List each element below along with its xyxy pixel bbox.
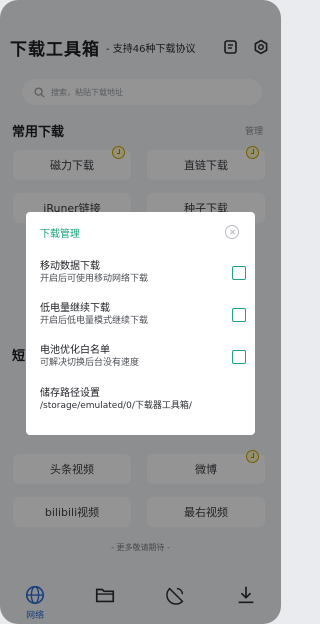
- setting-storage-path[interactable]: 储存路径设置 /storage/emulated/0/下载器工具箱/: [40, 387, 240, 413]
- close-icon[interactable]: [225, 225, 239, 239]
- setting-mobile-data[interactable]: 移动数据下载 开启后可使用移动网络下载: [40, 260, 246, 286]
- setting-low-battery[interactable]: 低电量继续下载 开启后低电量模式继续下载: [40, 302, 246, 328]
- setting-title: 低电量继续下载: [40, 303, 110, 314]
- dialog-title: 下载管理: [40, 229, 80, 240]
- battery-whitelist-checkbox[interactable]: [232, 350, 246, 364]
- app-screen: 下载工具箱 - 支持46种下载协议 搜索，粘贴下载地址 常用下载 管理 磁力下载…: [0, 0, 281, 624]
- storage-path-title: 储存路径设置: [40, 388, 100, 399]
- setting-desc: 开启后低电量模式继续下载: [40, 316, 149, 326]
- low-battery-checkbox[interactable]: [232, 308, 246, 322]
- storage-path-value: /storage/emulated/0/下载器工具箱/: [40, 401, 192, 411]
- download-settings-dialog: 下载管理 移动数据下载 开启后可使用移动网络下载 低电量继续下载 开启后低电量模…: [26, 212, 255, 435]
- setting-desc: 可解决切换后台没有速度: [40, 358, 140, 368]
- setting-desc: 开启后可使用移动网络下载: [40, 274, 149, 284]
- setting-battery-whitelist[interactable]: 电池优化白名单 可解决切换后台没有速度: [40, 344, 246, 370]
- mobile-data-checkbox[interactable]: [232, 266, 246, 280]
- setting-title: 电池优化白名单: [40, 345, 110, 356]
- setting-title: 移动数据下载: [40, 261, 100, 272]
